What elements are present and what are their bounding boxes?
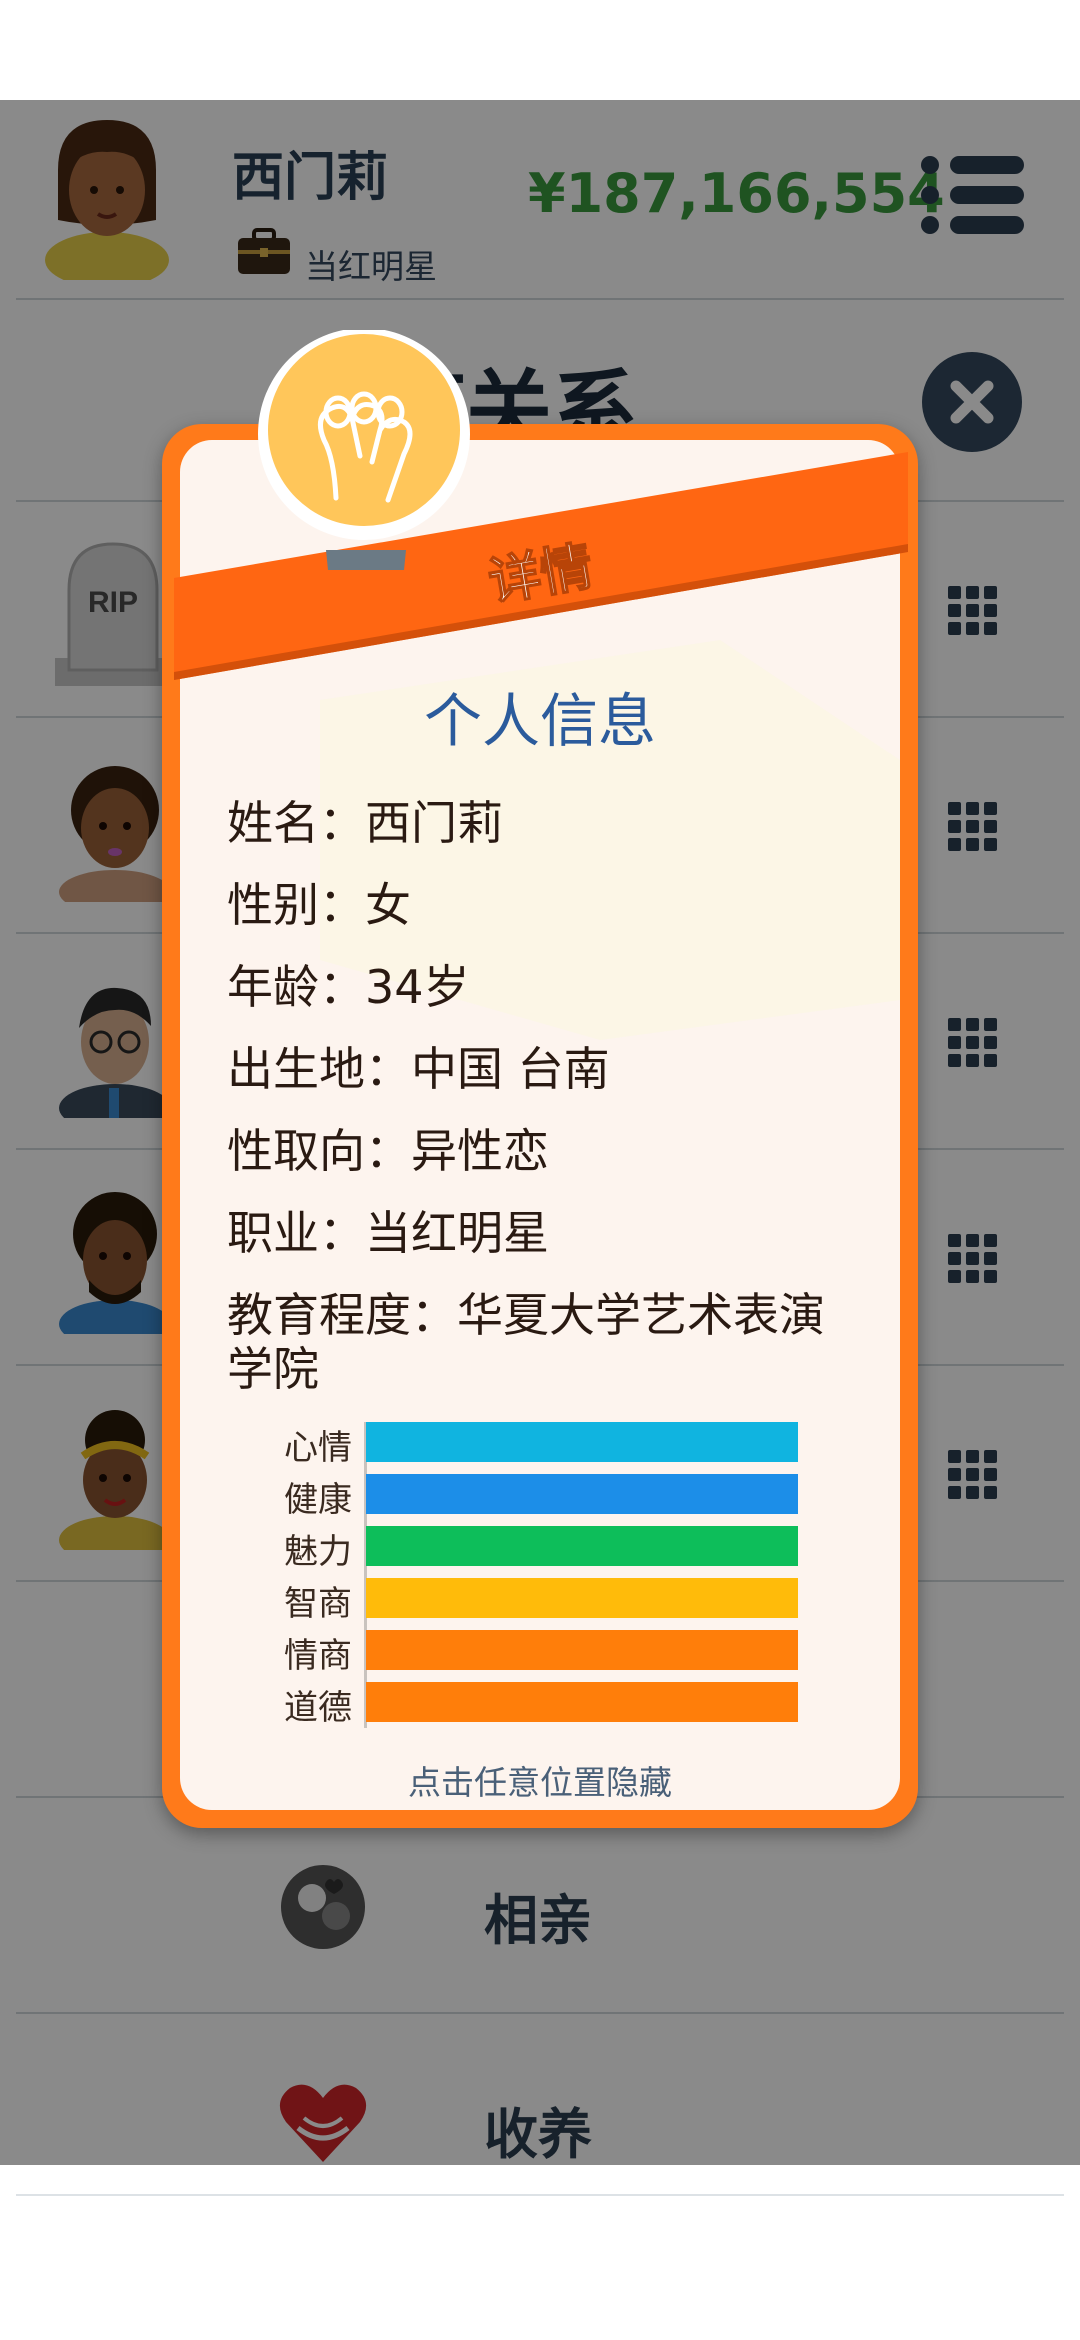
stat-label: 智商 [284, 1584, 352, 1624]
stat-bar [366, 1422, 798, 1462]
stat-label: 魅力 [284, 1532, 352, 1572]
stat-bar [366, 1474, 798, 1514]
info-name: 姓名：西门莉 [227, 796, 503, 850]
info-gender: 性别：女 [227, 878, 411, 932]
divider [16, 2194, 1064, 2196]
stat-bar [366, 1578, 798, 1618]
lightbulb-icon [258, 330, 470, 570]
stat-bar [366, 1526, 798, 1566]
info-education-cont: 学院 [227, 1342, 319, 1396]
modal-title: 个人信息 [423, 687, 656, 755]
stat-label: 健康 [284, 1480, 352, 1520]
stat-label: 情商 [284, 1636, 352, 1676]
stat-label: 道德 [284, 1688, 352, 1728]
stat-bar [366, 1682, 798, 1722]
info-occupation: 职业：当红明星 [227, 1206, 549, 1260]
info-birthplace: 出生地：中国 台南 [227, 1042, 610, 1096]
info-orientation: 性取向：异性恋 [227, 1124, 549, 1178]
stat-label: 心情 [284, 1428, 352, 1468]
hide-hint: 点击任意位置隐藏 [408, 1763, 672, 1802]
stat-bar [366, 1630, 798, 1670]
info-education: 教育程度：华夏大学艺术表演 [227, 1288, 825, 1342]
info-age: 年龄：34岁 [227, 960, 470, 1014]
stat-bars: 心情健康魅力智商情商道德 [270, 1422, 810, 1732]
